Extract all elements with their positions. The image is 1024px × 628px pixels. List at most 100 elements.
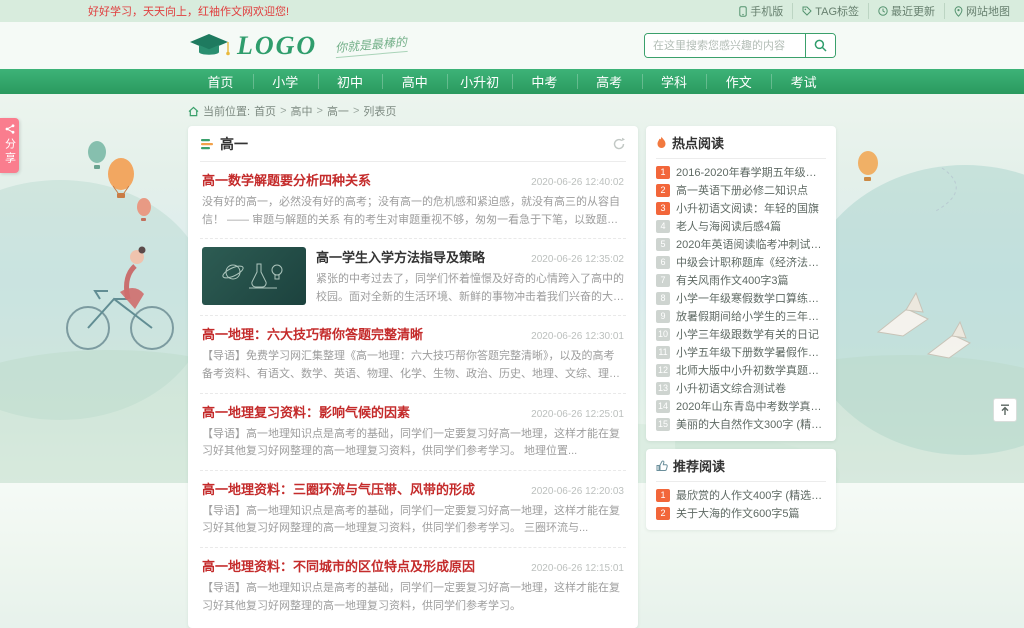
article-title-link[interactable]: 高一地理资料：三圈环流与气压带、风带的形成 — [202, 479, 475, 498]
breadcrumb-senior-high[interactable]: 高中 — [291, 103, 313, 119]
article-snippet: 没有好的高一，必然没有好的高考；没有高一的危机感和紧迫感，就没有高三的从容自信！… — [202, 194, 624, 229]
breadcrumb-grade-one[interactable]: 高一 — [327, 103, 349, 119]
hot-item[interactable]: 放暑假期间给小学生的三年级英语作文范文 — [656, 307, 826, 325]
article-title-link[interactable]: 高一地理资料：不同城市的区位特点及形成原因 — [202, 556, 475, 575]
hot-item[interactable]: 小学一年级寒假数学口算练习题三篇 — [656, 289, 826, 307]
balloons-illustration — [88, 141, 151, 221]
article-date: 2020-06-26 12:35:02 — [531, 254, 624, 265]
recommended-reading-title: 推荐阅读 — [673, 456, 725, 475]
back-to-top-button[interactable] — [993, 398, 1017, 422]
nav-item-home[interactable]: 首页 — [188, 69, 253, 94]
nav-item-exams[interactable]: 考试 — [771, 69, 836, 94]
phone-icon — [739, 6, 747, 17]
article-item: 高一学生入学方法指导及策略 2020-06-26 12:35:02 紧张的中考过… — [200, 239, 626, 316]
origami-cranes-illustration — [878, 293, 970, 358]
breadcrumb-label: 当前位置: — [203, 103, 250, 119]
refresh-button[interactable] — [612, 137, 626, 151]
article-title-link[interactable]: 高一地理复习资料：影响气候的因素 — [202, 402, 410, 421]
article-item: 高一地理复习资料：影响气候的因素 2020-06-26 12:25:01 【导语… — [200, 394, 626, 471]
nav-item-xiaoshengchu[interactable]: 小升初 — [447, 69, 512, 94]
hot-reading-title: 热点阅读 — [672, 133, 724, 152]
recommend-item[interactable]: 最欣赏的人作文400字 (精选3篇) — [656, 486, 826, 504]
flame-icon — [656, 136, 667, 149]
article-title-link[interactable]: 高一地理：六大技巧帮你答题完整清晰 — [202, 324, 423, 343]
graduation-cap-icon — [188, 32, 230, 60]
recommended-reading-list: 最欣赏的人作文400字 (精选3篇) 关于大海的作文600字5篇 — [656, 486, 826, 522]
site-logo[interactable]: LOGO — [188, 32, 317, 60]
hot-item[interactable]: 2020年英语阅读临考冲刺试题附答案 — [656, 235, 826, 253]
article-item: 高一地理资料：不同城市的区位特点及形成原因 2020-06-26 12:15:0… — [200, 548, 626, 624]
topbar-links: 手机版 TAG标签 最近更新 网站地图 — [730, 3, 1010, 19]
welcome-text: 好好学习，天天向上，红袖作文网欢迎您! — [88, 3, 289, 19]
nav-item-subjects[interactable]: 学科 — [642, 69, 707, 94]
hot-item[interactable]: 高一英语下册必修二知识点 — [656, 181, 826, 199]
article-item: 高一数学解题要分析四种关系 2020-06-26 12:40:02 没有好的高一… — [200, 162, 626, 239]
recommended-reading-card: 推荐阅读 最欣赏的人作文400字 (精选3篇) 关于大海的作文600字5篇 — [646, 449, 836, 530]
hot-item[interactable]: 中级会计职称题库《经济法》检测题 — [656, 253, 826, 271]
site-search — [644, 33, 836, 58]
article-date: 2020-06-26 12:25:01 — [531, 409, 624, 420]
article-thumbnail[interactable] — [202, 247, 306, 305]
sitemap-link[interactable]: 网站地图 — [945, 3, 1010, 19]
hot-reading-card: 热点阅读 2016-2020年春学期五年级语文下期末模拟 高一英语下册必修二知识… — [646, 126, 836, 441]
article-date: 2020-06-26 12:15:01 — [531, 563, 624, 574]
recent-updates-link[interactable]: 最近更新 — [869, 3, 945, 19]
breadcrumb-current: 列表页 — [363, 103, 396, 119]
article-list-card: 高一 高一数学解题要分析四种关系 2020-06-26 12:40:02 没有好… — [188, 126, 638, 628]
article-snippet: 【导语】高一地理知识点是高考的基础，同学们一定要复习好高一地理，这样才能在复习好… — [202, 503, 624, 538]
article-snippet: 【导语】高一地理知识点是高考的基础，同学们一定要复习好高一地理，这样才能在复习好… — [202, 580, 624, 615]
hot-item[interactable]: 2016-2020年春学期五年级语文下期末模拟 — [656, 163, 826, 181]
nav-item-composition[interactable]: 作文 — [706, 69, 771, 94]
article-snippet: 【导语】免费学习网汇集整理《高一地理：六大技巧帮你答题完整清晰》，以及的高考备考… — [202, 348, 624, 383]
article-date: 2020-06-26 12:30:01 — [531, 331, 624, 342]
hot-item[interactable]: 小学五年级下册数学暑假作业答案【20-61 — [656, 343, 826, 361]
refresh-icon — [612, 137, 626, 151]
article-item: 高一地理资料：三圈环流与气压带、风带的形成 2020-06-26 12:20:0… — [200, 471, 626, 548]
share-icon — [5, 124, 15, 134]
article-snippet: 紧张的中考过去了，同学们怀着憧憬及好奇的心情跨入了高中的校园。面对全新的生活环境… — [316, 271, 624, 306]
article-title-link[interactable]: 高一数学解题要分析四种关系 — [202, 170, 371, 189]
share-label: 分享 — [2, 138, 18, 166]
logo-slogan: 你就是最棒的 — [335, 33, 408, 58]
search-input[interactable] — [645, 34, 805, 57]
nav-item-junior-high[interactable]: 初中 — [318, 69, 383, 94]
article-snippet: 【导语】高一地理知识点是高考的基础，同学们一定要复习好高一地理，这样才能在复习好… — [202, 426, 624, 461]
hot-item[interactable]: 小学三年级跟数学有关的日记 — [656, 325, 826, 343]
mobile-version-link[interactable]: 手机版 — [730, 3, 793, 19]
cyclist-illustration — [67, 291, 173, 349]
article-date: 2020-06-26 12:20:03 — [531, 486, 624, 497]
recommend-item[interactable]: 关于大海的作文600字5篇 — [656, 504, 826, 522]
tag-label-link[interactable]: TAG标签 — [793, 3, 869, 19]
hot-item[interactable]: 美丽的大自然作文300字 (精选3篇) — [656, 415, 826, 433]
share-button[interactable]: 分享 — [0, 118, 19, 173]
nav-item-senior-high[interactable]: 高中 — [382, 69, 447, 94]
breadcrumb-home[interactable]: 首页 — [254, 103, 276, 119]
tag-icon — [802, 6, 812, 16]
nav-item-gaokao[interactable]: 高考 — [577, 69, 642, 94]
nav-item-primary-school[interactable]: 小学 — [253, 69, 318, 94]
search-icon — [814, 39, 827, 52]
top-utility-bar: 好好学习，天天向上，红袖作文网欢迎您! 手机版 TAG标签 最近更新 网站地图 — [0, 0, 1024, 22]
map-pin-icon — [954, 6, 963, 17]
chalkboard-doodles-icon — [219, 256, 289, 296]
logo-text: LOGO — [237, 33, 317, 59]
list-icon — [200, 137, 214, 151]
arrow-up-icon — [999, 404, 1011, 416]
hot-item[interactable]: 北师大版中小升初数学真题汇编 — [656, 361, 826, 379]
hot-item[interactable]: 小升初语文综合测试卷 — [656, 379, 826, 397]
section-header: 高一 — [200, 134, 626, 162]
hot-reading-list: 2016-2020年春学期五年级语文下期末模拟 高一英语下册必修二知识点 小升初… — [656, 163, 826, 433]
home-icon — [188, 106, 199, 117]
hot-item[interactable]: 2020年山东青岛中考数学真题 (已公布) — [656, 397, 826, 415]
article-title-link[interactable]: 高一学生入学方法指导及策略 — [316, 247, 485, 266]
nav-item-zhongkao[interactable]: 中考 — [512, 69, 577, 94]
hot-item[interactable]: 有关风雨作文400字3篇 — [656, 271, 826, 289]
hot-item[interactable]: 老人与海阅读后感4篇 — [656, 217, 826, 235]
thumbs-up-icon — [656, 460, 668, 472]
section-title: 高一 — [220, 134, 248, 154]
hot-item[interactable]: 小升初语文阅读：年轻的国旗 — [656, 199, 826, 217]
breadcrumb: 当前位置: 首页 > 高中 > 高一 > 列表页 — [188, 103, 836, 119]
article-date: 2020-06-26 12:40:02 — [531, 177, 624, 188]
main-nav: 首页 小学 初中 高中 小升初 中考 高考 学科 作文 考试 — [0, 69, 1024, 94]
search-button[interactable] — [805, 34, 835, 57]
